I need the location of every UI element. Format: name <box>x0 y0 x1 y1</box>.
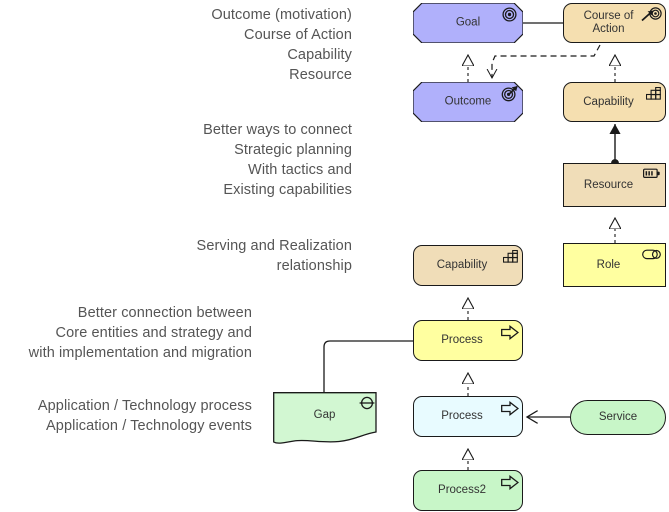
node-course-of-action[interactable]: Course of Action <box>563 3 666 43</box>
target-icon <box>502 7 517 22</box>
diagram-canvas: Outcome (motivation) Course of Action Ca… <box>0 0 669 512</box>
role-icon <box>642 249 661 260</box>
node-process-application[interactable]: Process <box>413 396 523 437</box>
node-resource-label: Resource <box>583 178 634 191</box>
relationship-process-gap <box>323 340 413 393</box>
process-arrow-icon <box>501 324 520 341</box>
node-course-of-action-label: Course of Action <box>583 10 634 35</box>
node-service-label: Service <box>598 411 638 423</box>
node-service[interactable]: Service <box>570 400 666 435</box>
node-role-label: Role <box>596 258 621 271</box>
node-capability-top[interactable]: Capability <box>563 82 666 122</box>
node-process-business[interactable]: Process <box>413 320 523 361</box>
node-process-business-label: Process <box>441 334 483 346</box>
note-connect-strategy: Better ways to connect Strategic plannin… <box>203 122 352 198</box>
node-process2-technology[interactable]: Process2 <box>413 470 523 511</box>
capability-blocks-icon <box>645 86 661 102</box>
target-hit-icon <box>501 86 518 102</box>
process-arrow-icon <box>501 400 520 417</box>
arrow-target-icon <box>641 7 662 22</box>
gap-icon <box>359 396 375 415</box>
note-motivation-strategy: Outcome (motivation) Course of Action Ca… <box>211 7 352 83</box>
node-resource[interactable]: Resource <box>563 163 666 207</box>
node-goal[interactable]: Goal <box>413 3 523 43</box>
node-capability-top-label: Capability <box>583 95 634 108</box>
note-core-entities: Better connection between Core entities … <box>28 305 252 361</box>
node-capability-mid-label: Capability <box>436 259 488 271</box>
node-gap[interactable]: Gap <box>273 392 381 450</box>
process-arrow-icon <box>501 474 520 491</box>
node-outcome[interactable]: Outcome <box>413 82 523 122</box>
node-process2-technology-label: Process2 <box>438 484 486 496</box>
resource-icon <box>643 168 661 179</box>
node-role[interactable]: Role <box>563 243 666 287</box>
node-capability-mid[interactable]: Capability <box>413 245 523 286</box>
note-app-tech: Application / Technology process Applica… <box>37 398 252 434</box>
relationship-course-of-action-outcome <box>492 44 601 78</box>
capability-blocks-icon <box>502 249 518 265</box>
node-process-application-label: Process <box>441 410 483 422</box>
note-serving-realization: Serving and Realization relationship <box>196 238 352 274</box>
